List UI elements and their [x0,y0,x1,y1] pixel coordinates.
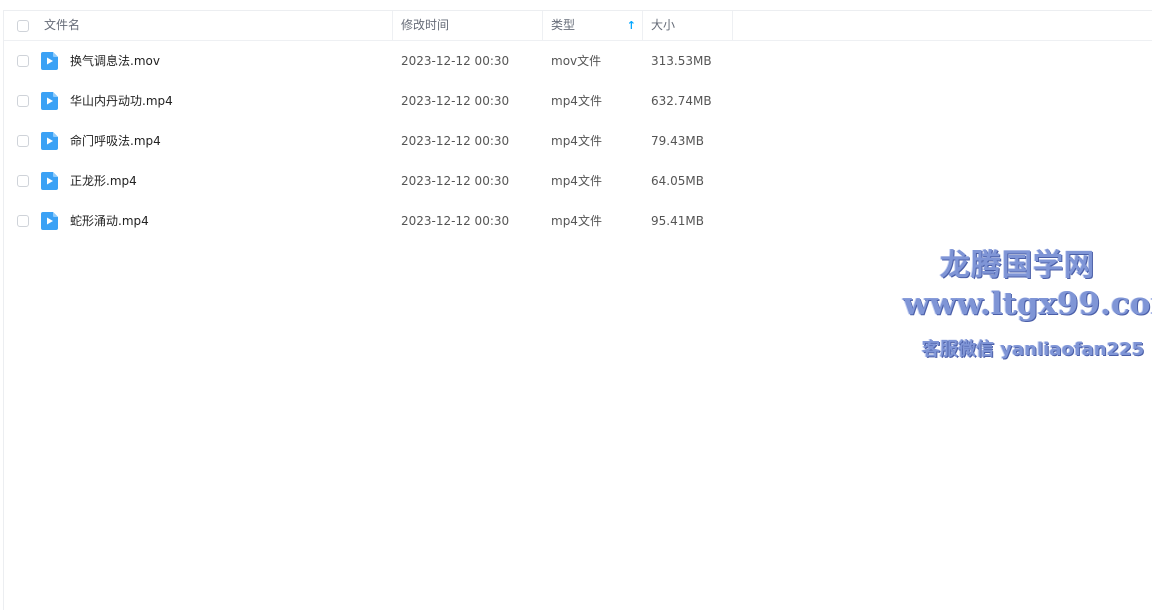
file-modified: 2023-12-12 00:30 [401,54,510,68]
file-size: 64.05MB [651,174,704,188]
video-file-icon [41,52,58,70]
sort-ascending-icon[interactable]: ↑ [627,11,636,40]
column-header-type-label: 类型 [551,18,576,32]
watermark-site-name: 龙腾国学网 [940,248,1095,283]
row-checkbox[interactable] [17,215,29,227]
file-name[interactable]: 命门呼吸法.mp4 [70,121,161,161]
column-header-size[interactable]: 大小 [643,11,733,40]
table-row[interactable]: 换气调息法.mov 2023-12-12 00:30 mov文件 313.53M… [4,41,1152,81]
column-header-size-label: 大小 [651,18,676,32]
file-name[interactable]: 华山内丹动功.mp4 [70,81,173,121]
file-size: 632.74MB [651,94,712,108]
row-checkbox[interactable] [17,95,29,107]
column-header-modified-label: 修改时间 [401,18,450,32]
column-header-name[interactable]: 文件名 [4,11,393,40]
file-type: mp4文件 [551,134,602,148]
table-row[interactable]: 华山内丹动功.mp4 2023-12-12 00:30 mp4文件 632.74… [4,81,1152,121]
table-row[interactable]: 蛇形涌动.mp4 2023-12-12 00:30 mp4文件 95.41MB [4,201,1152,241]
watermark-url: www.ltgx99.com [903,286,1152,322]
video-file-icon [41,172,58,190]
row-checkbox[interactable] [17,135,29,147]
file-type: mp4文件 [551,174,602,188]
file-size: 95.41MB [651,214,704,228]
column-header-type[interactable]: 类型 ↑ [543,11,643,40]
video-file-icon [41,132,58,150]
file-name[interactable]: 换气调息法.mov [70,41,160,81]
column-header-modified[interactable]: 修改时间 [393,11,543,40]
file-type: mp4文件 [551,214,602,228]
row-checkbox[interactable] [17,175,29,187]
row-checkbox[interactable] [17,55,29,67]
file-list: 换气调息法.mov 2023-12-12 00:30 mov文件 313.53M… [4,41,1152,241]
file-modified: 2023-12-12 00:30 [401,174,510,188]
file-size: 313.53MB [651,54,712,68]
file-modified: 2023-12-12 00:30 [401,134,510,148]
table-header: 文件名 修改时间 类型 ↑ 大小 [4,11,1152,41]
file-size: 79.43MB [651,134,704,148]
file-type: mp4文件 [551,94,602,108]
file-modified: 2023-12-12 00:30 [401,94,510,108]
watermark-contact: 客服微信 yanliaofan225 [922,339,1145,360]
table-row[interactable]: 正龙形.mp4 2023-12-12 00:30 mp4文件 64.05MB [4,161,1152,201]
file-type: mov文件 [551,54,602,68]
file-name[interactable]: 蛇形涌动.mp4 [70,201,149,241]
file-modified: 2023-12-12 00:30 [401,214,510,228]
video-file-icon [41,212,58,230]
column-header-name-label: 文件名 [44,18,81,32]
table-row[interactable]: 命门呼吸法.mp4 2023-12-12 00:30 mp4文件 79.43MB [4,121,1152,161]
file-name[interactable]: 正龙形.mp4 [70,161,137,201]
video-file-icon [41,92,58,110]
